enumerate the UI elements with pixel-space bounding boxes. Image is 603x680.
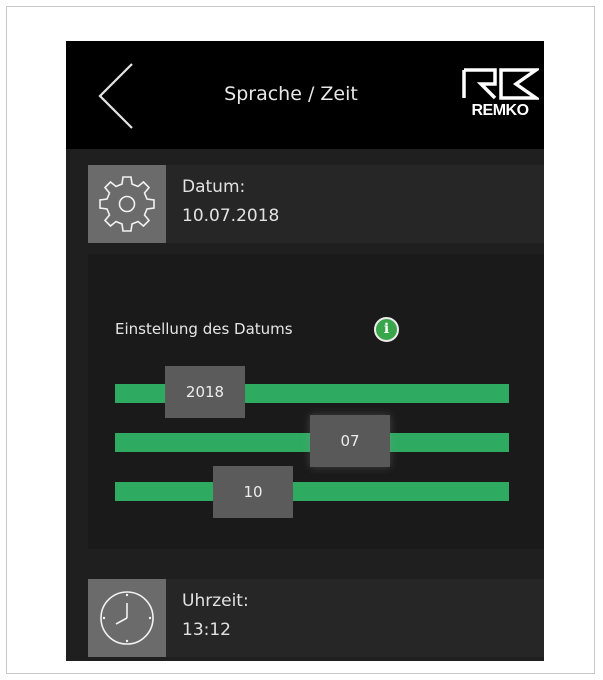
device-screen: Sprache / Zeit REMKO Datum: 10.07.2018 E… [66, 41, 544, 661]
remko-logo: REMKO [461, 66, 542, 122]
gear-icon [88, 165, 166, 243]
year-slider-handle[interactable]: 2018 [165, 366, 245, 418]
header-bar: Sprache / Zeit REMKO [66, 41, 544, 149]
info-icon[interactable]: i [374, 317, 399, 342]
date-settings-panel: Einstellung des Datums i 2018 07 10 [88, 254, 544, 549]
clock-icon [88, 579, 166, 657]
month-slider-handle[interactable]: 07 [310, 415, 390, 467]
logo-text: REMKO [471, 102, 529, 119]
day-slider-track[interactable] [115, 482, 509, 501]
time-label: Uhrzeit: [182, 591, 249, 611]
page-frame: Sprache / Zeit REMKO Datum: 10.07.2018 E… [6, 6, 595, 674]
date-label: Datum: [182, 177, 246, 197]
time-row[interactable]: Uhrzeit: 13:12 [88, 579, 544, 657]
day-slider-handle[interactable]: 10 [213, 466, 293, 518]
time-value: 13:12 [182, 620, 231, 640]
date-row[interactable]: Datum: 10.07.2018 [88, 165, 544, 243]
date-value: 10.07.2018 [182, 206, 280, 226]
page-title: Sprache / Zeit [224, 83, 358, 105]
date-settings-label: Einstellung des Datums [115, 320, 293, 338]
logo-mark-icon [462, 68, 542, 100]
